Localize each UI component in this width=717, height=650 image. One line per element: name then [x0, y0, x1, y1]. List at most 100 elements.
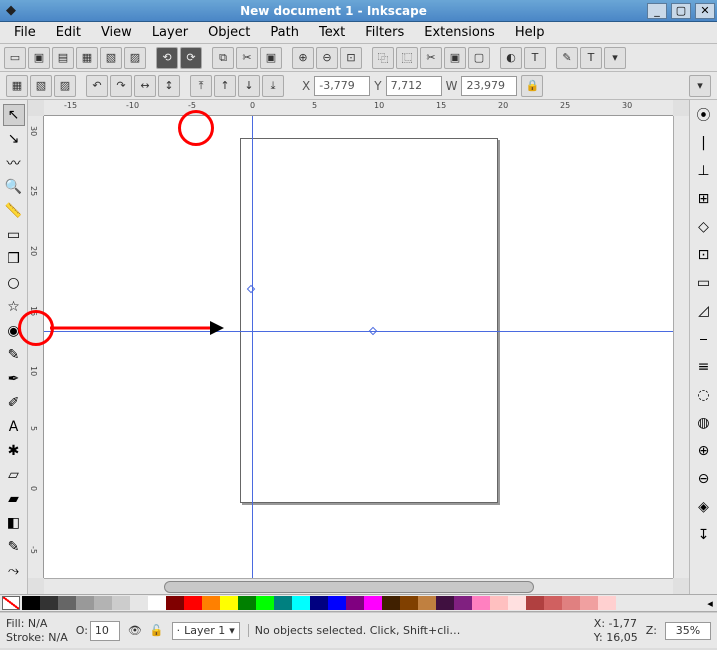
- tool-pencil[interactable]: ✎: [3, 344, 25, 366]
- snap-6[interactable]: ▭: [693, 272, 715, 294]
- snap-7[interactable]: ◿: [693, 300, 715, 322]
- sel-all-button[interactable]: ▦: [6, 75, 28, 97]
- zoom-draw-button[interactable]: ⊖: [316, 47, 338, 69]
- fill-button[interactable]: ◐: [500, 47, 522, 69]
- snap-9[interactable]: ≡: [693, 356, 715, 378]
- cut-button[interactable]: ✂: [236, 47, 258, 69]
- tool-connector[interactable]: ⤳: [3, 560, 25, 582]
- swatch[interactable]: [598, 596, 616, 610]
- menu-help[interactable]: Help: [505, 23, 555, 42]
- swatch[interactable]: [580, 596, 598, 610]
- tool-dropper[interactable]: ✎: [3, 536, 25, 558]
- open-button[interactable]: ▣: [28, 47, 50, 69]
- no-color-swatch[interactable]: [2, 596, 20, 610]
- menu-filters[interactable]: Filters: [355, 23, 414, 42]
- undo-button[interactable]: ⟲: [156, 47, 178, 69]
- save-button[interactable]: ▤: [52, 47, 74, 69]
- rot-cw-button[interactable]: ↷: [110, 75, 132, 97]
- opacity-input[interactable]: 10: [90, 621, 120, 641]
- tool-measure[interactable]: 📏: [3, 200, 25, 222]
- tool-bezier[interactable]: ✒: [3, 368, 25, 390]
- guide-vertical[interactable]: [252, 116, 253, 578]
- swatch[interactable]: [130, 596, 148, 610]
- tool-gradient[interactable]: ◧: [3, 512, 25, 534]
- snap-11[interactable]: ◍: [693, 412, 715, 434]
- scrollbar-horizontal[interactable]: [44, 578, 673, 594]
- swatch[interactable]: [382, 596, 400, 610]
- rot-ccw-button[interactable]: ↶: [86, 75, 108, 97]
- tool-bucket[interactable]: ▰: [3, 488, 25, 510]
- swatch[interactable]: [256, 596, 274, 610]
- snap-15[interactable]: ↧: [693, 524, 715, 546]
- swatch[interactable]: [544, 596, 562, 610]
- flip-v-button[interactable]: ↕: [158, 75, 180, 97]
- toolbar-tail[interactable]: ▾: [689, 75, 711, 97]
- tail-button[interactable]: ▾: [604, 47, 626, 69]
- swatch[interactable]: [490, 596, 508, 610]
- visibility-icon[interactable]: 👁: [128, 624, 142, 637]
- tool-rect[interactable]: ▭: [3, 224, 25, 246]
- import-button[interactable]: ▧: [100, 47, 122, 69]
- swatch[interactable]: [508, 596, 526, 610]
- snap-14[interactable]: ◈: [693, 496, 715, 518]
- swatch[interactable]: [436, 596, 454, 610]
- swatch[interactable]: [346, 596, 364, 610]
- tool-selector[interactable]: ↖: [3, 104, 25, 126]
- raise-button[interactable]: ↑: [214, 75, 236, 97]
- t2-button[interactable]: T: [580, 47, 602, 69]
- close-button[interactable]: ✕: [695, 3, 715, 19]
- menu-layer[interactable]: Layer: [142, 23, 198, 42]
- group-button[interactable]: ▣: [444, 47, 466, 69]
- swatch[interactable]: [40, 596, 58, 610]
- snap-4[interactable]: ◇: [693, 216, 715, 238]
- tool-calligraphy[interactable]: ✐: [3, 392, 25, 414]
- clone-button[interactable]: ⿺: [396, 47, 418, 69]
- dup-button[interactable]: ⿻: [372, 47, 394, 69]
- tool-eraser[interactable]: ▱: [3, 464, 25, 486]
- swatch[interactable]: [220, 596, 238, 610]
- canvas[interactable]: [44, 116, 673, 578]
- swatch[interactable]: [364, 596, 382, 610]
- swatch[interactable]: [400, 596, 418, 610]
- snap-3[interactable]: ⊞: [693, 188, 715, 210]
- swatch[interactable]: [112, 596, 130, 610]
- minimize-button[interactable]: _: [647, 3, 667, 19]
- swatch[interactable]: [562, 596, 580, 610]
- lower-button[interactable]: ↓: [238, 75, 260, 97]
- maximize-button[interactable]: ▢: [671, 3, 691, 19]
- swatch[interactable]: [58, 596, 76, 610]
- paste-button[interactable]: ▣: [260, 47, 282, 69]
- swatch[interactable]: [238, 596, 256, 610]
- snap-8[interactable]: ⎯: [693, 328, 715, 350]
- copy-button[interactable]: ⧉: [212, 47, 234, 69]
- swatch[interactable]: [22, 596, 40, 610]
- swatch[interactable]: [94, 596, 112, 610]
- swatch[interactable]: [76, 596, 94, 610]
- snap-0[interactable]: ⦿: [693, 104, 715, 126]
- lower-bot-button[interactable]: ⤓: [262, 75, 284, 97]
- snap-5[interactable]: ⊡: [693, 244, 715, 266]
- y-input[interactable]: 7,712: [386, 76, 442, 96]
- flip-h-button[interactable]: ↔: [134, 75, 156, 97]
- swatch[interactable]: [184, 596, 202, 610]
- print-button[interactable]: ▦: [76, 47, 98, 69]
- lock-layer-icon[interactable]: 🔓: [150, 624, 164, 637]
- tool-3dbox[interactable]: ❒: [3, 248, 25, 270]
- sel-layer-button[interactable]: ▧: [30, 75, 52, 97]
- swatch[interactable]: [472, 596, 490, 610]
- swatch[interactable]: [310, 596, 328, 610]
- redo-button[interactable]: ⟳: [180, 47, 202, 69]
- tool-star[interactable]: ☆: [3, 296, 25, 318]
- menu-extensions[interactable]: Extensions: [414, 23, 505, 42]
- tool-zoom[interactable]: 🔍: [3, 176, 25, 198]
- snap-13[interactable]: ⊖: [693, 468, 715, 490]
- new-button[interactable]: ▭: [4, 47, 26, 69]
- snap-1[interactable]: |: [693, 132, 715, 154]
- swatch[interactable]: [202, 596, 220, 610]
- desel-button[interactable]: ▨: [54, 75, 76, 97]
- zoom-sel-button[interactable]: ⊕: [292, 47, 314, 69]
- scrollbar-vertical[interactable]: [673, 116, 689, 578]
- x-input[interactable]: -3,779: [314, 76, 370, 96]
- menu-path[interactable]: Path: [260, 23, 309, 42]
- swatch[interactable]: [328, 596, 346, 610]
